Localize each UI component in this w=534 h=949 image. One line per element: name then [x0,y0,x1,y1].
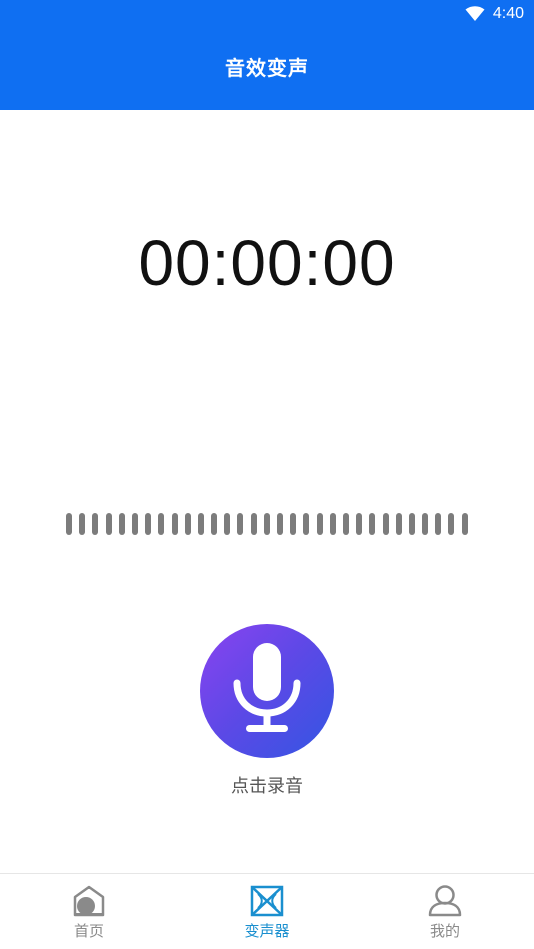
recording-timer: 00:00:00 [138,227,396,299]
waveform-bar [171,513,178,535]
nav-item-home[interactable]: 首页 [0,874,178,949]
waveform-bar [211,513,218,535]
record-label: 点击录音 [231,776,303,796]
voice-changer-screen: 4:40 音效变声 00:00:00 点击录音 首页 变声器 我的 [0,0,534,949]
waveform-bar [303,513,310,535]
waveform-bar [197,513,204,535]
waveform-bar [316,513,323,535]
waveform-bar [435,513,442,535]
waveform-bar [290,513,297,535]
waveform-bar [342,513,349,535]
nav-label-profile: 我的 [429,923,460,940]
waveform-bar [277,513,283,535]
waveform-bar [131,513,138,535]
nav-item-voice-changer[interactable]: 变声器 [178,874,356,949]
waveform-bar [145,513,152,535]
waveform-bar [369,513,376,535]
waveform-bar [158,513,165,535]
home-icon [73,884,105,918]
waveform-bar [382,513,389,535]
waveform-bar [250,513,257,535]
waveform-bar [263,513,270,535]
waveform-bar [448,513,455,535]
waveform-bar [408,513,415,535]
app-header: 音效变声 [0,28,534,110]
microphone-icon [232,642,302,740]
waveform-bar [329,513,336,535]
waveform [66,512,468,536]
nav-label-home: 首页 [73,923,104,940]
bottom-nav: 首页 变声器 我的 [0,873,534,949]
profile-icon [428,884,462,918]
nav-label-voice-changer: 变声器 [244,923,290,940]
waveform-bar [118,513,125,535]
status-bar: 4:40 [0,0,534,28]
waveform-bar [224,513,231,535]
status-icons: 4:40 [465,4,524,24]
page-title: 音效变声 [225,57,309,80]
voice-changer-icon [250,884,284,918]
waveform-bar [105,513,112,535]
wifi-icon [465,6,485,22]
nav-item-profile[interactable]: 我的 [356,874,534,949]
waveform-bar [92,513,99,535]
waveform-bar [395,513,402,535]
record-button[interactable] [200,624,334,758]
waveform-bar [184,513,191,535]
status-time: 4:40 [492,5,524,22]
waveform-bar [461,513,468,535]
waveform-bar [66,513,72,535]
waveform-bar [79,513,86,535]
waveform-bar [356,513,363,535]
waveform-bar [422,513,429,535]
waveform-bar [237,513,244,535]
